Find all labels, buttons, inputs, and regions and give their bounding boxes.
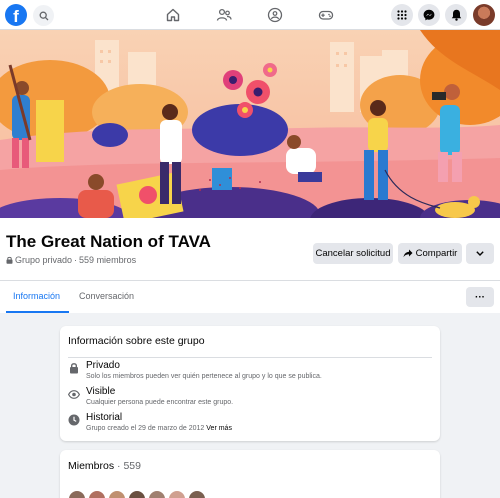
active-tab-indicator [6,311,69,313]
about-divider [68,357,432,358]
gaming-icon [318,10,334,20]
cancel-request-label: Cancelar solicitud [315,248,391,259]
eye-icon [68,388,80,400]
ver-mas-link[interactable]: Ver más [206,425,232,432]
member-avatar[interactable] [88,490,106,498]
messenger-button[interactable] [418,4,440,26]
nav-home[interactable] [163,5,183,25]
facebook-logo[interactable]: f [5,4,27,26]
search-icon [39,11,48,20]
lock-icon [68,362,80,374]
tab-informacion[interactable]: Información [13,291,60,301]
member-avatar[interactable] [168,490,186,498]
member-avatar[interactable] [148,490,166,498]
groups-icon [267,7,283,23]
historial-label: Historial [86,412,123,423]
search-button[interactable] [33,5,54,26]
group-cover-image [0,30,500,218]
members-title: Miembros · 559 [68,460,141,472]
group-tabs: Información Conversación ··· [0,280,500,313]
meta-separator: · [74,255,78,265]
more-options-button[interactable] [466,243,494,264]
info-row-visible: Visible Cualquier persona puede encontra… [68,386,432,412]
about-card: Información sobre este grupo Privado Sol… [60,326,440,441]
group-title: The Great Nation of TAVA [6,232,211,251]
profile-avatar[interactable] [473,4,495,26]
visible-description: Cualquier persona puede encontrar este g… [86,399,234,406]
member-avatar[interactable] [68,490,86,498]
cover-illustration [0,30,500,218]
group-header: The Great Nation of TAVA Grupo privado ·… [0,218,500,280]
share-button[interactable]: Compartir [398,243,462,264]
nav-friends[interactable] [214,5,234,25]
members-count-link[interactable]: 559 miembros [79,255,136,265]
info-row-historial: Historial Grupo creado el 29 de marzo de… [68,412,432,438]
info-row-privado: Privado Solo los miembros pueden ver qui… [68,360,432,386]
nav-groups[interactable] [265,5,285,25]
privado-label: Privado [86,360,120,371]
top-navigation-bar: f [0,0,500,30]
member-avatar[interactable] [128,490,146,498]
home-icon [166,8,180,22]
clock-icon [68,414,80,426]
member-avatar[interactable] [108,490,126,498]
members-card: Miembros · 559 [60,450,440,498]
privado-description: Solo los miembros pueden ver quién perte… [86,373,322,380]
nav-gaming[interactable] [316,5,336,25]
share-arrow-icon [403,249,413,258]
notifications-button[interactable] [445,4,467,26]
privacy-label: Grupo privado [15,255,73,265]
group-meta: Grupo privado · 559 miembros [6,255,136,265]
historial-text: Grupo creado el 29 de marzo de 2012 [86,425,205,432]
chevron-down-icon [476,251,484,256]
members-label: Miembros [68,460,115,472]
messenger-icon [423,9,435,21]
about-title: Información sobre este grupo [68,335,205,347]
cancel-request-button[interactable]: Cancelar solicitud [313,243,393,264]
menu-grid-icon [397,10,407,20]
friends-icon [216,8,232,21]
members-count: 559 [123,460,141,472]
historial-description: Grupo creado el 29 de marzo de 2012 Ver … [86,425,232,432]
visible-label: Visible [86,386,116,397]
tab-conversacion[interactable]: Conversación [79,291,134,301]
share-label: Compartir [415,248,458,259]
notifications-icon [451,9,461,21]
menu-button[interactable] [391,4,413,26]
member-avatar[interactable] [188,490,206,498]
lock-icon [6,256,13,264]
tabs-more-button[interactable]: ··· [466,287,494,307]
